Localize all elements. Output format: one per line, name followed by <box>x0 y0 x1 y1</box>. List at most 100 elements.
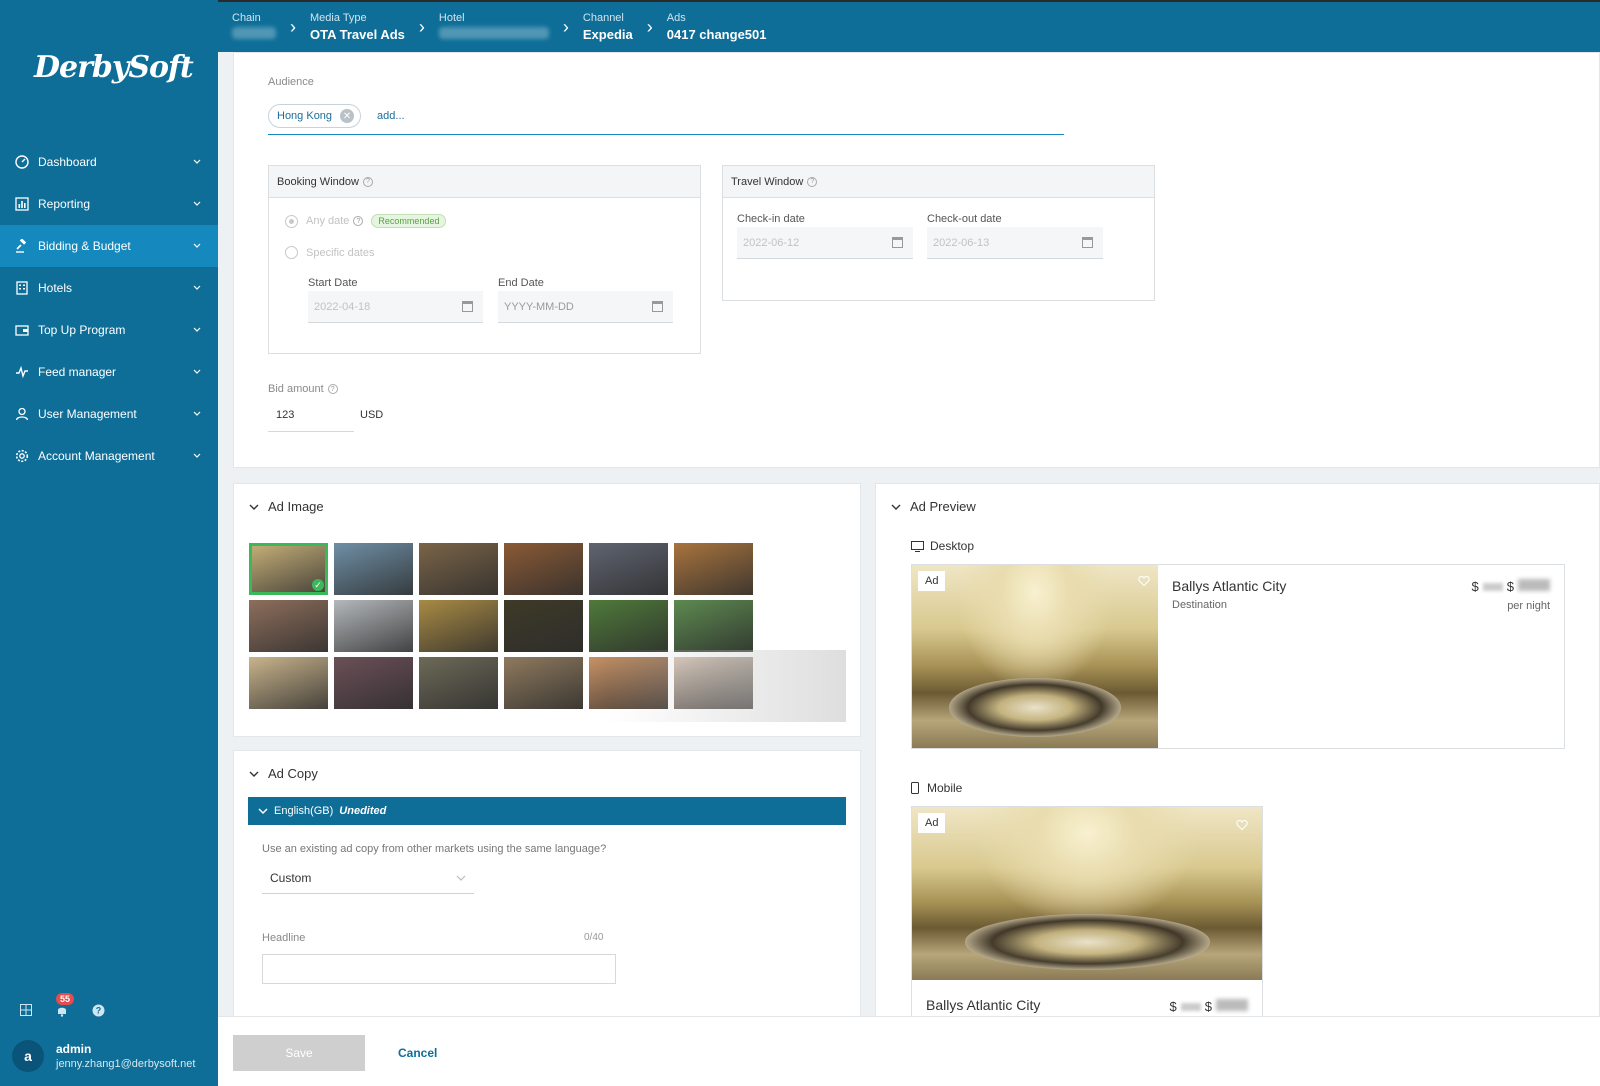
ad-image-thumbnail[interactable]: ✓ <box>249 543 328 595</box>
breadcrumb-chain[interactable]: Chain <box>232 12 276 43</box>
chevron-right-icon: › <box>646 16 653 37</box>
chevron-down-icon <box>249 771 259 777</box>
checkin-date-value: 2022-06-12 <box>743 236 800 249</box>
ad-image-thumbnail[interactable] <box>674 600 753 652</box>
ad-image-thumbnail[interactable] <box>419 600 498 652</box>
sidebar-item-reporting[interactable]: Reporting <box>0 183 218 225</box>
help-icon[interactable]: ? <box>807 176 818 187</box>
sidebar-item-label: Top Up Program <box>38 323 126 337</box>
mobile-label-text: Mobile <box>927 781 963 795</box>
bell-icon[interactable]: 55 <box>56 993 75 1018</box>
end-date-placeholder: YYYY-MM-DD <box>504 300 574 313</box>
ad-image-thumbnail[interactable] <box>249 600 328 652</box>
cancel-button[interactable]: Cancel <box>398 1035 437 1071</box>
sidebar-item-bidding-budget[interactable]: Bidding & Budget <box>0 225 218 267</box>
derbysoft-logo[interactable]: DerbySoft <box>34 50 194 85</box>
heart-icon[interactable] <box>1236 819 1248 831</box>
user-name: admin <box>56 1042 92 1056</box>
ad-preview-header[interactable]: Ad Preview <box>890 499 976 514</box>
ad-image-thumbnail[interactable] <box>589 600 668 652</box>
sidebar-item-label: Account Management <box>38 449 155 463</box>
breadcrumb-key: Hotel <box>438 11 465 24</box>
heart-icon[interactable] <box>1138 575 1150 587</box>
any-date-radio[interactable] <box>285 214 298 228</box>
breadcrumb-value: OTA Travel Ads <box>310 26 405 42</box>
monitor-icon <box>911 540 924 552</box>
breadcrumb-hotel[interactable]: Hotel <box>438 11 549 43</box>
price-display: $ $ <box>1170 999 1248 1014</box>
audience-add-input[interactable]: add... <box>377 110 405 122</box>
ad-copy-source-select[interactable]: Custom <box>262 862 474 894</box>
help-icon[interactable]: ? <box>327 384 338 394</box>
any-date-option[interactable]: Any date ? Recommended <box>285 214 447 228</box>
checkout-date-input[interactable]: 2022-06-13 <box>927 227 1103 259</box>
ad-copy-panel <box>233 750 861 1040</box>
grid-icon[interactable] <box>20 1004 34 1018</box>
currency-label: USD <box>360 409 384 421</box>
breadcrumb-value: 0417 change501 <box>666 26 767 42</box>
breadcrumb-media-type[interactable]: Media Type OTA Travel Ads <box>310 12 405 43</box>
sidebar-item-label: Dashboard <box>38 155 97 169</box>
sidebar-item-dashboard[interactable]: Dashboard <box>0 141 218 183</box>
ad-image-thumbnail[interactable] <box>589 543 668 595</box>
breadcrumb-key: Ads <box>666 11 686 24</box>
breadcrumb-ads[interactable]: Ads 0417 change501 <box>667 12 767 43</box>
ad-image-thumbnail[interactable] <box>334 600 413 652</box>
svg-text:?: ? <box>96 1006 102 1016</box>
per-night-label: per night <box>1507 600 1550 612</box>
price-blurred <box>1180 1003 1201 1011</box>
headline-char-count: 0/40 <box>584 932 604 943</box>
close-icon[interactable]: ✕ <box>340 109 355 123</box>
start-date-input[interactable]: 2022-04-18 <box>308 291 483 323</box>
sidebar-utilities: 55 ? <box>20 993 106 1018</box>
reuse-question: Use an existing ad copy from other marke… <box>262 843 607 855</box>
ad-image-thumbnail[interactable] <box>504 543 583 595</box>
chevron-down-icon <box>193 327 201 332</box>
sidebar-item-top-up-program[interactable]: Top Up Program <box>0 309 218 351</box>
ad-image-thumbnail[interactable] <box>419 543 498 595</box>
help-icon[interactable]: ? <box>92 1004 106 1018</box>
breadcrumb-channel[interactable]: Channel Expedia <box>583 12 633 43</box>
price-display: $ $ <box>1472 579 1550 594</box>
checkin-label: Check-in date <box>737 213 805 225</box>
chevron-down-icon <box>193 285 201 290</box>
sidebar-item-account-management[interactable]: Account Management <box>0 435 218 477</box>
ad-tag: Ad <box>918 813 946 833</box>
recommended-badge: Recommended <box>371 214 447 228</box>
ad-image-header[interactable]: Ad Image <box>248 499 324 514</box>
notification-badge: 55 <box>56 993 75 1005</box>
chevron-down-icon <box>249 504 259 510</box>
breadcrumb-key: Chain <box>232 11 261 24</box>
specific-dates-radio[interactable] <box>285 246 298 259</box>
calendar-icon <box>1082 237 1093 248</box>
sidebar-item-hotels[interactable]: Hotels <box>0 267 218 309</box>
breadcrumb-value-blurred <box>232 26 276 43</box>
language-accordion[interactable]: English(GB) Unedited <box>248 797 846 825</box>
ad-image-thumbnail[interactable] <box>504 600 583 652</box>
ad-copy-header[interactable]: Ad Copy <box>248 766 318 781</box>
headline-input[interactable] <box>262 954 616 984</box>
ad-image-thumbnail[interactable] <box>674 543 753 595</box>
user-profile[interactable]: a admin jenny.zhang1@derbysoft.net <box>12 1040 195 1072</box>
end-date-input[interactable]: YYYY-MM-DD <box>498 291 673 323</box>
breadcrumb-key: Media Type <box>310 11 367 24</box>
mobile-preview-label: Mobile <box>911 781 962 795</box>
ad-tag: Ad <box>918 571 946 591</box>
ad-image-thumbnail[interactable] <box>334 543 413 595</box>
calendar-icon <box>892 237 903 248</box>
sidebar-item-feed-manager[interactable]: Feed manager <box>0 351 218 393</box>
bid-amount-label-text: Bid amount <box>268 383 324 395</box>
chevron-down-icon <box>258 808 268 815</box>
save-button[interactable]: Save <box>233 1035 365 1071</box>
breadcrumb-value-blurred <box>438 26 549 43</box>
specific-dates-option[interactable]: Specific dates <box>285 246 374 259</box>
audience-field: Hong Kong ✕ add... <box>268 104 405 128</box>
bid-amount-input[interactable]: 123 <box>268 398 354 432</box>
user-icon <box>14 406 30 422</box>
checkin-date-input[interactable]: 2022-06-12 <box>737 227 913 259</box>
checkout-date-value: 2022-06-13 <box>933 236 990 249</box>
help-icon[interactable]: ? <box>353 216 364 226</box>
sidebar-item-user-management[interactable]: User Management <box>0 393 218 435</box>
image-floor <box>948 678 1122 738</box>
help-icon[interactable]: ? <box>362 176 373 187</box>
